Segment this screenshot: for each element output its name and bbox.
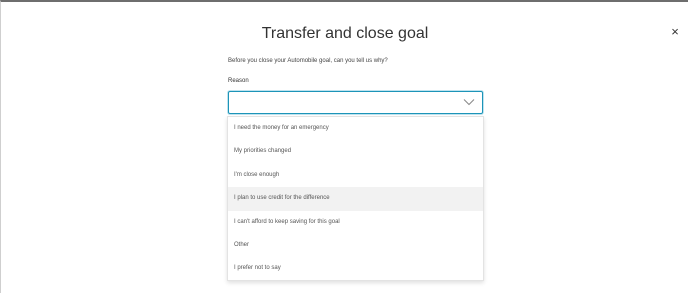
close-button[interactable]: × <box>668 25 682 39</box>
reason-field-label: Reason <box>228 78 249 84</box>
reason-option[interactable]: I prefer not to say <box>228 257 483 280</box>
transfer-close-goal-modal: Transfer and close goal × Before you clo… <box>0 0 688 293</box>
modal-title: Transfer and close goal <box>261 25 429 42</box>
reason-option[interactable]: I plan to use credit for the difference <box>228 187 483 211</box>
reason-option[interactable]: Other <box>228 234 483 257</box>
reason-option[interactable]: I need the money for an emergency <box>228 117 483 140</box>
close-icon: × <box>671 24 679 39</box>
reason-option[interactable]: I can't afford to keep saving for this g… <box>228 211 483 234</box>
reason-select[interactable] <box>228 91 483 114</box>
chevron-down-icon <box>463 99 475 106</box>
reason-options-list: I need the money for an emergency My pri… <box>227 116 484 281</box>
reason-option[interactable]: I'm close enough <box>228 164 483 187</box>
close-reason-prompt: Before you close your Automobile goal, c… <box>228 58 388 64</box>
reason-option[interactable]: My priorities changed <box>228 140 483 163</box>
